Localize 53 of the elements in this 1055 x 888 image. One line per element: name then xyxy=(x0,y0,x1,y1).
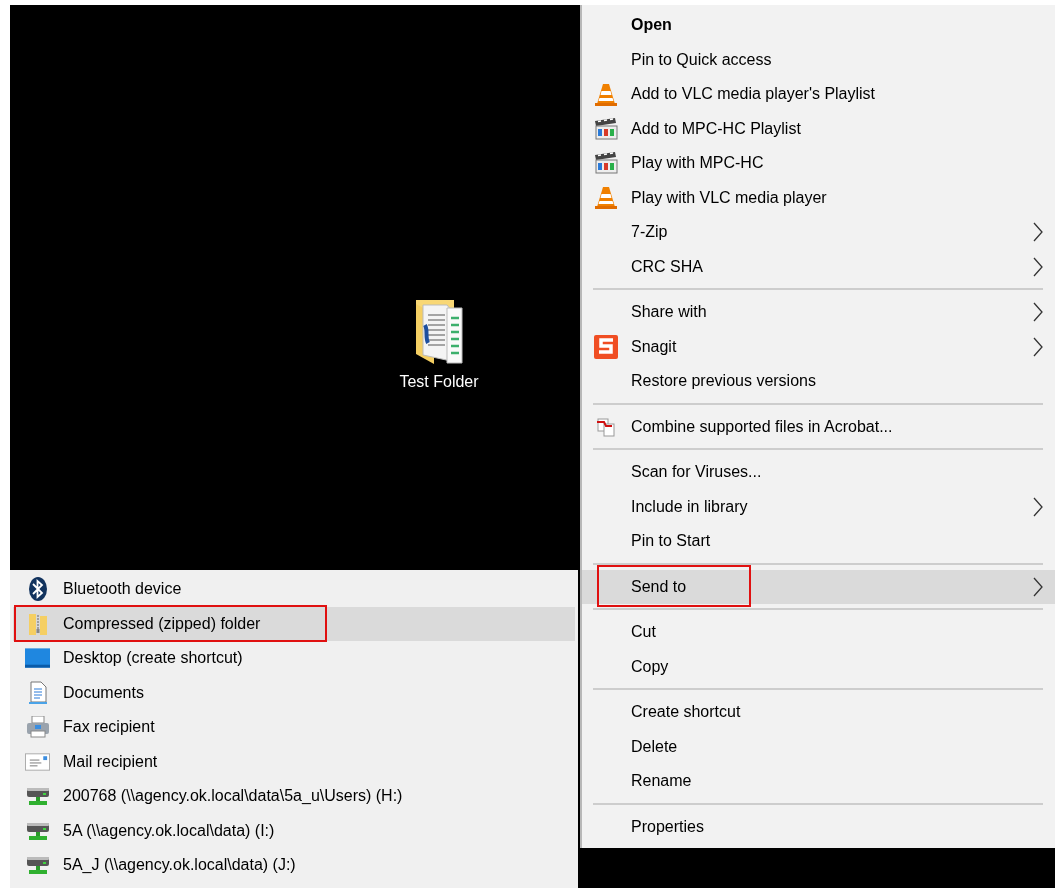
menu-item[interactable]: Open xyxy=(582,8,1055,43)
menu-item[interactable]: Play with VLC media player xyxy=(582,180,1055,215)
network-drive-icon xyxy=(25,820,50,841)
menu-item[interactable]: Create shortcut xyxy=(582,695,1055,730)
menu-item[interactable]: 7-Zip xyxy=(582,215,1055,250)
menu-item[interactable]: Share with xyxy=(582,295,1055,330)
zipped-folder-icon xyxy=(27,611,48,636)
menu-item[interactable]: Pin to Start xyxy=(582,524,1055,559)
menu-item[interactable]: Restore previous versions xyxy=(582,364,1055,399)
menu-item[interactable]: Snagit xyxy=(582,329,1055,364)
clapperboard-icon xyxy=(593,117,618,140)
menu-item[interactable]: Mail recipient xyxy=(13,744,575,779)
snagit-logo-icon xyxy=(593,334,618,359)
traffic-cone-icon xyxy=(594,82,617,106)
envelope-icon xyxy=(25,752,50,771)
menu-item[interactable]: Play with MPC-HC xyxy=(582,146,1055,181)
printer-icon xyxy=(25,716,50,739)
network-drive-icon xyxy=(25,786,50,807)
menu-item[interactable]: CRC SHA xyxy=(582,249,1055,284)
menu-item[interactable]: Include in library xyxy=(582,489,1055,524)
menu-item[interactable]: Scan for Viruses... xyxy=(582,455,1055,490)
menu-item[interactable]: Add to VLC media player's Playlist xyxy=(582,77,1055,112)
document-icon xyxy=(27,680,48,705)
menu-item[interactable]: Compressed (zipped) folder xyxy=(13,606,575,641)
menu-item[interactable]: Properties xyxy=(582,809,1055,844)
chevron-right-icon xyxy=(1033,576,1043,597)
menu-item[interactable]: Documents xyxy=(13,675,575,710)
chevron-right-icon xyxy=(1033,302,1043,323)
clapperboard-icon xyxy=(593,152,618,175)
network-drive-icon xyxy=(25,855,50,876)
menu-item[interactable]: Fax recipient xyxy=(13,710,575,745)
chevron-right-icon xyxy=(1033,256,1043,277)
menu-item[interactable]: Rename xyxy=(582,764,1055,799)
menu-item[interactable]: Add to MPC-HC Playlist xyxy=(582,111,1055,146)
menu-item[interactable]: 5A (\\agency.ok.local\data) (I:) xyxy=(13,813,575,848)
menu-item[interactable]: 5A_J (\\agency.ok.local\data) (J:) xyxy=(13,848,575,883)
menu-item[interactable]: Cut xyxy=(582,615,1055,650)
stacked-documents-icon xyxy=(595,416,616,437)
chevron-right-icon xyxy=(1033,222,1043,243)
menu-item[interactable]: 200768 (\\agency.ok.local\data\5a_u\Users) (H:) xyxy=(13,779,575,814)
menu-item[interactable]: Delete xyxy=(582,729,1055,764)
menu-item[interactable]: Desktop (create shortcut) xyxy=(13,641,575,676)
chevron-right-icon xyxy=(1033,496,1043,517)
desktop-icon-label[interactable]: Test Folder xyxy=(399,373,479,391)
folder-icon xyxy=(414,300,464,365)
menu-item[interactable]: Bluetooth device xyxy=(13,572,575,607)
menu-item[interactable]: Combine supported files in Acrobat... xyxy=(582,409,1055,444)
monitor-icon xyxy=(25,648,50,669)
menu-item[interactable]: Pin to Quick access xyxy=(582,42,1055,77)
bluetooth-icon xyxy=(28,577,47,602)
menu-item[interactable]: Copy xyxy=(582,649,1055,684)
chevron-right-icon xyxy=(1033,336,1043,357)
traffic-cone-icon xyxy=(594,186,617,210)
